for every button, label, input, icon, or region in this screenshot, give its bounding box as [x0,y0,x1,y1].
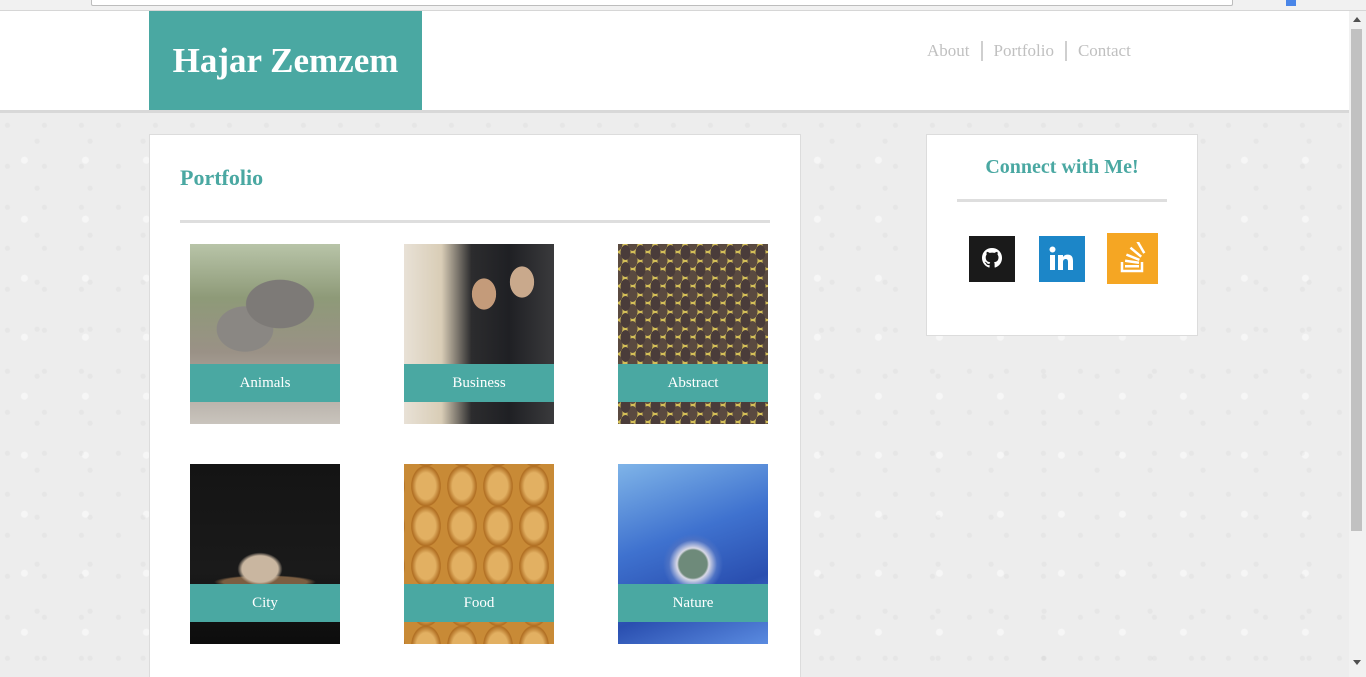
portfolio-tile-nature[interactable]: Nature [618,464,768,644]
tile-caption: Animals [190,364,340,402]
scroll-up-arrow-icon[interactable] [1353,17,1361,22]
tile-caption: Business [404,364,554,402]
site-header: Hajar Zemzem About Portfolio Contact [0,11,1349,113]
address-bar[interactable] [91,0,1233,6]
portfolio-title: Portfolio [180,165,264,190]
tile-caption: Nature [618,584,768,622]
portfolio-tile-animals[interactable]: Animals [190,244,340,424]
tile-caption: City [190,584,340,622]
nav-contact-link[interactable]: Contact [1067,41,1142,61]
tile-caption: Food [404,584,554,622]
connect-panel: Connect with Me! [926,134,1198,336]
github-icon[interactable] [969,236,1015,282]
portfolio-panel: Portfolio Animals Business Abstract City… [149,134,801,677]
nav-portfolio-link[interactable]: Portfolio [983,41,1065,61]
tile-caption: Abstract [618,364,768,402]
portfolio-tile-food[interactable]: Food [404,464,554,644]
connect-divider [957,199,1167,202]
linkedin-icon[interactable] [1039,236,1085,282]
portfolio-tile-abstract[interactable]: Abstract [618,244,768,424]
site-brand[interactable]: Hajar Zemzem [149,11,422,110]
nav-about-link[interactable]: About [916,41,981,61]
stackoverflow-icon[interactable] [1107,233,1158,284]
scroll-down-arrow-icon[interactable] [1353,660,1361,665]
vertical-scrollbar[interactable] [1349,11,1366,677]
connect-title: Connect with Me! [985,156,1139,178]
portfolio-tile-business[interactable]: Business [404,244,554,424]
portfolio-tile-city[interactable]: City [190,464,340,644]
main-nav: About Portfolio Contact [916,41,1142,61]
portfolio-divider [180,220,770,223]
browser-toolbar [0,0,1366,11]
scrollbar-thumb[interactable] [1351,29,1362,531]
extension-icon[interactable] [1286,0,1296,6]
